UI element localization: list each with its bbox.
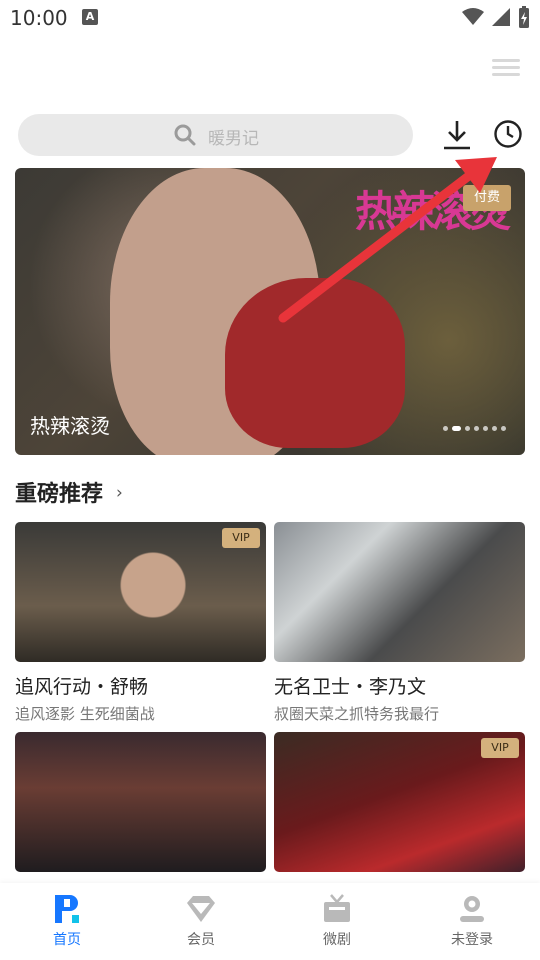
search-placeholder: 暖男记 bbox=[208, 129, 259, 149]
nav-item-vip[interactable]: 会员 bbox=[161, 893, 241, 949]
card-thumbnail bbox=[274, 522, 525, 662]
banner-title: 热辣滚烫 bbox=[30, 414, 110, 438]
download-button[interactable] bbox=[440, 118, 474, 152]
battery-icon bbox=[519, 6, 529, 28]
pagination-dot bbox=[452, 426, 461, 431]
bottom-nav: 首页 会员 微剧 未登录 bbox=[0, 883, 540, 960]
hero-banner[interactable]: 热辣滚烫 付费 热辣滚烫 bbox=[15, 168, 525, 455]
pagination-dot bbox=[465, 426, 470, 431]
home-logo-icon bbox=[55, 895, 79, 923]
download-icon bbox=[444, 121, 470, 150]
pagination-dot bbox=[501, 426, 506, 431]
card-thumbnail: VIP bbox=[15, 522, 266, 662]
nav-label: 首页 bbox=[53, 932, 81, 948]
tv-icon bbox=[324, 894, 350, 922]
vip-badge: VIP bbox=[481, 738, 519, 758]
signal-icon bbox=[492, 8, 510, 26]
diamond-icon bbox=[187, 896, 215, 922]
banner-boxing-glove bbox=[225, 278, 405, 448]
card-subtitle: 叔圈天菜之抓特务我最行 bbox=[274, 705, 440, 723]
clock-icon bbox=[494, 120, 522, 148]
card-thumbnail: VIP bbox=[274, 732, 525, 872]
user-icon bbox=[460, 896, 484, 922]
wifi-icon bbox=[462, 8, 484, 25]
notification-icon: A bbox=[82, 9, 98, 25]
content-card[interactable]: 无名卫士・李乃文 叔圈天菜之抓特务我最行 bbox=[274, 522, 525, 724]
search-icon bbox=[174, 124, 196, 146]
nav-label: 未登录 bbox=[451, 932, 493, 948]
card-title: 追风行动・舒畅 bbox=[15, 676, 149, 698]
card-thumbnail bbox=[15, 732, 266, 872]
content-card[interactable]: VIP 追风行动・舒畅 追风逐影 生死细菌战 bbox=[15, 522, 266, 724]
paid-badge: 付费 bbox=[463, 185, 511, 211]
card-subtitle: 追风逐影 生死细菌战 bbox=[15, 705, 155, 723]
pagination-dot bbox=[492, 426, 497, 431]
status-bar: 10:00 A bbox=[0, 0, 540, 36]
content-card[interactable]: VIP bbox=[274, 732, 525, 872]
pagination-dot bbox=[443, 426, 448, 431]
status-time: 10:00 bbox=[10, 6, 68, 30]
history-button[interactable] bbox=[492, 118, 524, 150]
nav-item-home[interactable]: 首页 bbox=[27, 893, 107, 949]
status-icons bbox=[462, 6, 530, 28]
pagination-dot bbox=[474, 426, 479, 431]
nav-label: 微剧 bbox=[323, 932, 351, 948]
nav-label: 会员 bbox=[187, 932, 215, 948]
section-title[interactable]: 重磅推荐 bbox=[15, 476, 103, 508]
banner-pagination bbox=[443, 426, 506, 431]
search-bar[interactable]: 暖男记 bbox=[18, 114, 413, 156]
card-title: 无名卫士・李乃文 bbox=[274, 676, 427, 698]
nav-item-profile[interactable]: 未登录 bbox=[432, 893, 512, 949]
vip-badge: VIP bbox=[222, 528, 260, 548]
chevron-right-icon[interactable]: › bbox=[116, 483, 123, 503]
pagination-dot bbox=[483, 426, 488, 431]
nav-item-drama[interactable]: 微剧 bbox=[297, 893, 377, 949]
content-card[interactable] bbox=[15, 732, 266, 872]
menu-icon[interactable] bbox=[492, 55, 520, 83]
